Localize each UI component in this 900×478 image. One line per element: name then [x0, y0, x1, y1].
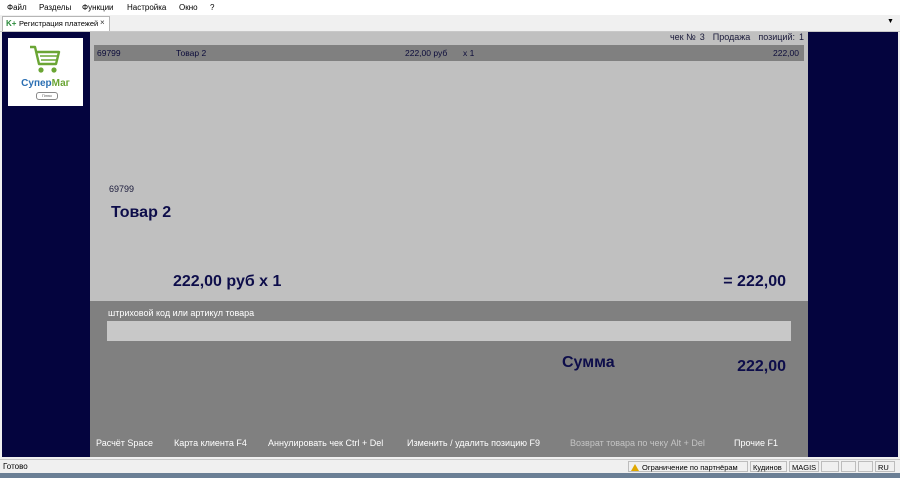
sum-value: 222,00 [737, 358, 786, 375]
table-row[interactable]: 69799 Товар 2 222,00 руб x 1 222,00 [94, 45, 804, 61]
logo-brand: СуперМаг [8, 78, 83, 89]
current-item-total: = 222,00 [723, 273, 786, 290]
menu-help[interactable]: ? [210, 3, 214, 12]
receipt-header: чек № 3 Продажа позиций: 1 [662, 32, 804, 42]
current-item-code: 69799 [109, 184, 135, 194]
input-area: штриховой код или артикул товара Сумма 2… [90, 301, 808, 457]
tab-title: Регистрация платежей [19, 19, 99, 28]
menu-bar: Файл Разделы Функции Настройка Окно ? [0, 0, 900, 15]
menu-window[interactable]: Окно [179, 3, 198, 12]
menu-functions[interactable]: Функции [82, 3, 114, 12]
left-panel: СуперМаг Плюс [2, 32, 90, 457]
menu-file[interactable]: Файл [7, 3, 27, 12]
edit-position-button[interactable]: Изменить / удалить позицию F9 [407, 438, 540, 448]
row-qty: x 1 [463, 48, 475, 58]
status-empty-3 [858, 461, 873, 472]
positions-label: позиций: [758, 32, 795, 42]
check-label: чек № [669, 32, 696, 42]
warning-icon [631, 464, 639, 471]
check-number: 3 [699, 32, 705, 42]
current-item-name: Товар 2 [111, 204, 172, 221]
close-icon[interactable]: × [100, 18, 105, 27]
app-icon: K+ [6, 19, 17, 28]
chevron-down-icon[interactable]: ▼ [887, 18, 894, 25]
status-db: MAGIS [789, 461, 819, 472]
cart-icon [30, 45, 61, 73]
row-code: 69799 [97, 48, 121, 58]
other-button[interactable]: Прочие F1 [734, 438, 778, 448]
function-keys: Расчёт Space Карта клиента F4 Аннулирова… [90, 438, 808, 452]
menu-sections[interactable]: Разделы [39, 3, 71, 12]
taskbar [0, 473, 900, 478]
right-panel [808, 32, 898, 457]
logo-brand-b: Маг [51, 78, 70, 89]
status-user: Кудинов [750, 461, 787, 472]
logo: СуперМаг Плюс [8, 38, 83, 106]
row-price: 222,00 руб [405, 48, 448, 58]
tab-bar: K+ Регистрация платежей × [0, 15, 900, 32]
barcode-input[interactable] [107, 321, 791, 341]
barcode-label: штриховой код или артикул товара [108, 308, 255, 318]
status-empty-1 [821, 461, 839, 472]
client-card-button[interactable]: Карта клиента F4 [174, 438, 247, 448]
pay-button[interactable]: Расчёт Space [96, 438, 153, 448]
positions-count: 1 [798, 32, 804, 42]
status-ready: Готово [3, 462, 28, 471]
receipt-area: чек № 3 Продажа позиций: 1 69799 Товар 2 222… [90, 32, 808, 301]
logo-sub: Плюс [36, 92, 58, 100]
row-name: Товар 2 [176, 48, 207, 58]
status-restriction[interactable]: Ограничение по партнёрам [628, 461, 748, 472]
menu-settings[interactable]: Настройка [127, 3, 166, 12]
status-restriction-text: Ограничение по партнёрам [642, 463, 738, 472]
cancel-check-button[interactable]: Аннулировать чек Ctrl + Del [268, 438, 383, 448]
row-total: 222,00 [773, 48, 799, 58]
receipt-mode: Продажа [712, 32, 751, 42]
logo-brand-a: Супер [21, 78, 52, 89]
status-empty-2 [841, 461, 856, 472]
sum-label: Сумма [562, 354, 615, 371]
status-lang: RU [875, 461, 895, 472]
return-button[interactable]: Возврат товара по чеку Alt + Del [570, 438, 705, 448]
tab-payment-registration[interactable]: K+ Регистрация платежей × [2, 16, 110, 31]
status-bar: Готово Ограничение по партнёрам Кудинов … [0, 459, 900, 474]
current-item-price: 222,00 руб x 1 [173, 273, 282, 290]
